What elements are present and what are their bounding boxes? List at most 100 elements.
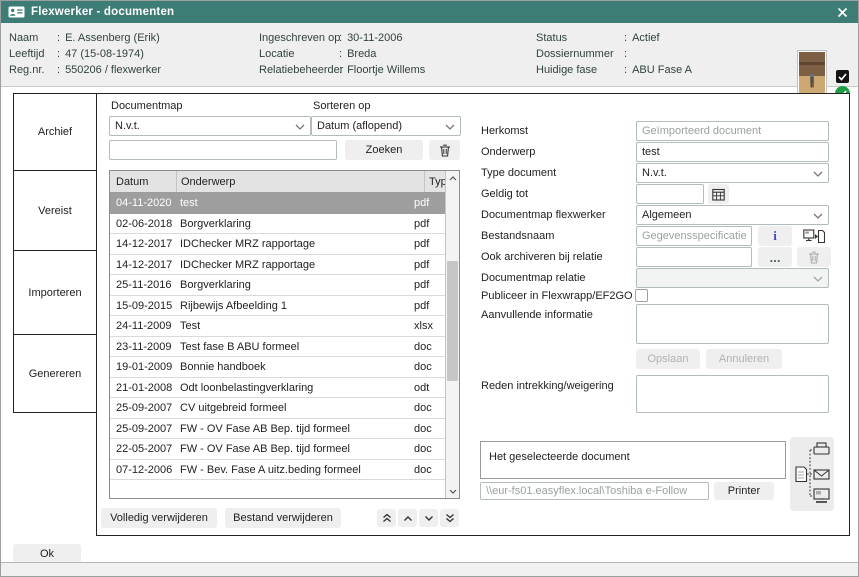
table-row[interactable]: 25-09-2007FW - OV Fase AB Bep. tijd form… xyxy=(110,419,445,440)
header-relatiebeheerder: RelatiebeheerderFloortje Willems xyxy=(259,62,425,78)
open-file-button[interactable] xyxy=(797,226,831,246)
table-row[interactable]: 19-01-2009Bonnie handboekdoc xyxy=(110,357,445,378)
column-header-datum: Datum xyxy=(110,171,176,192)
printer-button[interactable]: Printer xyxy=(714,482,774,500)
tab-importeren[interactable]: Importeren xyxy=(13,250,97,335)
annuleren-button[interactable]: Annuleren xyxy=(706,349,782,369)
table-scrollbar[interactable] xyxy=(445,171,459,498)
table-row[interactable]: 25-11-2016Borgverklaringpdf xyxy=(110,275,445,296)
sorteren-op-select[interactable]: Datum (aflopend) xyxy=(311,116,461,136)
type-document-select[interactable]: N.v.t. xyxy=(636,163,829,183)
header-status: StatusActief xyxy=(536,30,660,46)
documentmap-relatie-select xyxy=(636,268,829,288)
move-top-button[interactable] xyxy=(377,509,396,527)
aanvullende-informatie-label: Aanvullende informatie xyxy=(481,309,593,322)
table-row[interactable]: 22-05-2007FW - OV Fase AB Bep. tijd form… xyxy=(110,439,445,460)
chevron-down-icon xyxy=(813,276,823,282)
calendar-button[interactable] xyxy=(708,184,729,204)
publiceer-checkbox[interactable] xyxy=(635,289,648,302)
table-row[interactable]: 21-01-2008Odt loonbelastingverklaringodt xyxy=(110,378,445,399)
chevron-down-icon xyxy=(445,124,455,130)
documentmap-select[interactable]: N.v.t. xyxy=(109,116,311,136)
move-down-button[interactable] xyxy=(419,509,438,527)
trash-icon xyxy=(439,144,451,157)
header-regnr: Reg.nr.550206 / flexwerker xyxy=(9,62,161,78)
opslaan-button[interactable]: Opslaan xyxy=(636,349,700,369)
aanvullende-informatie-field[interactable] xyxy=(636,304,829,344)
info-button[interactable]: i xyxy=(758,226,792,246)
documentmap-flexwerker-label: Documentmap flexwerker xyxy=(481,209,606,222)
ook-archiveren-field[interactable] xyxy=(636,247,752,267)
bestand-verwijderen-button[interactable]: Bestand verwijderen xyxy=(225,508,341,528)
search-input[interactable] xyxy=(109,140,337,160)
scrollbar-thumb[interactable] xyxy=(447,261,458,381)
table-rows: 04-11-2020testpdf 02-06-2018Borgverklari… xyxy=(110,193,445,498)
sorteren-op-label: Sorteren op xyxy=(313,100,370,113)
ok-button[interactable]: Ok xyxy=(13,544,81,563)
header-huidige-fase: Huidige faseABU Fase A xyxy=(536,62,692,78)
table-row[interactable]: 14-12-2017IDChecker MRZ rapportagepdf xyxy=(110,234,445,255)
herkomst-label: Herkomst xyxy=(481,125,528,138)
tab-vereist[interactable]: Vereist xyxy=(13,170,97,251)
bestandsnaam-label: Bestandsnaam xyxy=(481,230,554,243)
volledig-verwijderen-button[interactable]: Volledig verwijderen xyxy=(101,508,217,528)
header-naam: NaamE. Assenberg (Erik) xyxy=(9,30,160,46)
tab-archief[interactable]: Archief xyxy=(13,93,97,171)
chevron-down-icon xyxy=(295,124,305,130)
documentmap-flexwerker-select[interactable]: Algemeen xyxy=(636,205,829,225)
onderwerp-label: Onderwerp xyxy=(481,146,535,159)
scroll-up-icon[interactable] xyxy=(446,171,459,185)
publiceer-label: Publiceer in Flexwrapp/EF2GO xyxy=(481,290,633,303)
monitor-document-icon xyxy=(803,229,825,244)
table-row[interactable]: 15-09-2015Rijbewijs Afbeelding 1pdf xyxy=(110,296,445,317)
table-row[interactable]: 24-11-2009Testxlsx xyxy=(110,316,445,337)
table-row[interactable]: 14-12-2017IDChecker MRZ rapportagepdf xyxy=(110,255,445,276)
print-selection-list[interactable]: Het geselecteerde document xyxy=(480,441,786,479)
table-header: Datum Onderwerp Type xyxy=(110,171,459,193)
header-locatie: LocatieBreda xyxy=(259,46,376,62)
contact-card-icon xyxy=(8,6,25,18)
table-row[interactable]: 07-12-2006FW - Bev. Fase A uitz.beding f… xyxy=(110,460,445,481)
documents-table: Datum Onderwerp Type 04-11-2020testpdf 0… xyxy=(109,170,460,499)
onderwerp-field[interactable] xyxy=(636,142,829,162)
header-dossiernummer: Dossiernummer xyxy=(536,46,632,62)
reden-intrekking-label: Reden intrekking/weigering xyxy=(481,380,614,393)
chevron-down-icon xyxy=(813,171,823,177)
printer-path-field xyxy=(480,482,709,500)
document-distribution-indicator xyxy=(790,437,834,511)
documentmap-label: Documentmap xyxy=(111,100,183,113)
distribute-document-icon xyxy=(793,441,831,507)
double-chevron-up-icon xyxy=(382,513,392,523)
herkomst-field xyxy=(636,121,829,141)
dialog-flexwerker-documenten: Flexwerker - documenten NaamE. Assenberg… xyxy=(0,0,859,577)
table-row[interactable]: 25-09-2007CV uitgebreid formeeldoc xyxy=(110,398,445,419)
window-bottom-edge xyxy=(1,562,858,576)
double-chevron-down-icon xyxy=(445,513,455,523)
table-row[interactable]: 04-11-2020testpdf xyxy=(110,193,445,214)
clear-relatie-trash-button[interactable] xyxy=(797,247,831,267)
chevron-up-icon xyxy=(403,515,413,522)
trash-icon xyxy=(808,251,820,264)
table-row[interactable]: 23-11-2009Test fase B ABU formeeldoc xyxy=(110,337,445,358)
window-title: Flexwerker - documenten xyxy=(31,6,174,18)
move-up-button[interactable] xyxy=(398,509,417,527)
scroll-down-icon[interactable] xyxy=(446,484,459,498)
close-icon[interactable] xyxy=(836,6,849,19)
header-info: NaamE. Assenberg (Erik) Leeftijd47 (15-0… xyxy=(1,23,858,87)
column-header-onderwerp: Onderwerp xyxy=(176,171,424,192)
type-document-label: Type document xyxy=(481,167,556,180)
header-ingeschreven: Ingeschreven op30-11-2006 xyxy=(259,30,403,46)
move-bottom-button[interactable] xyxy=(440,509,459,527)
chevron-down-icon xyxy=(813,213,823,219)
bestandsnaam-field xyxy=(636,226,752,246)
tab-genereren[interactable]: Genereren xyxy=(13,334,97,413)
reden-intrekking-field[interactable] xyxy=(636,375,829,413)
header-checkbox-checked[interactable] xyxy=(836,70,849,83)
zoeken-button[interactable]: Zoeken xyxy=(345,140,423,160)
geldig-tot-label: Geldig tot xyxy=(481,188,528,201)
table-row[interactable]: 02-06-2018Borgverklaringpdf xyxy=(110,214,445,235)
geldig-tot-field[interactable] xyxy=(636,184,704,204)
header-leeftijd: Leeftijd47 (15-08-1974) xyxy=(9,46,144,62)
clear-search-trash-button[interactable] xyxy=(429,140,460,160)
browse-relatie-button[interactable]: ... xyxy=(758,247,792,267)
